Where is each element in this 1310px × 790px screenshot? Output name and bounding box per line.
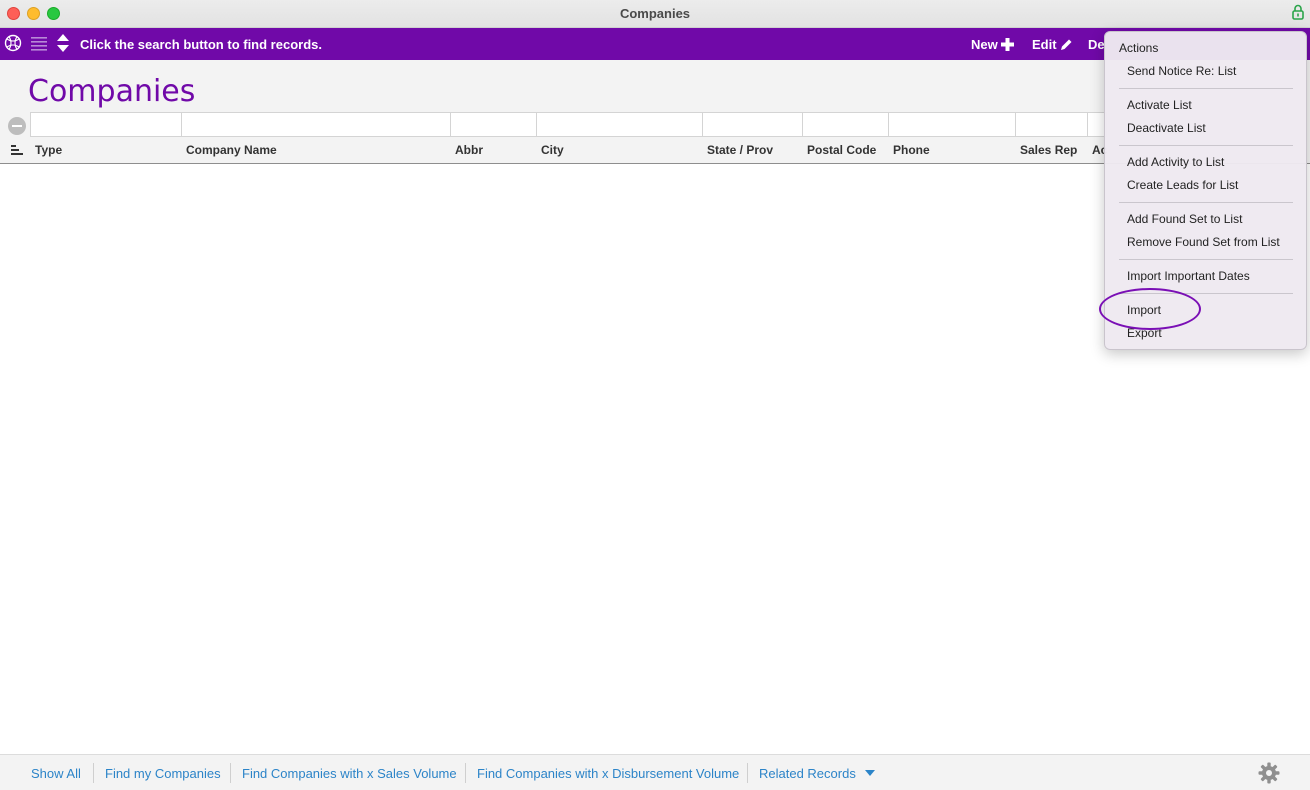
footer-divider	[747, 763, 748, 783]
menu-heading: Actions	[1119, 41, 1159, 55]
column-header-sales-rep[interactable]: Sales Rep	[1020, 143, 1077, 157]
menu-item-export[interactable]: Export	[1127, 326, 1162, 340]
footer-divider	[230, 763, 231, 783]
column-header-postal-code[interactable]: Postal Code	[807, 143, 876, 157]
sort-lines-icon[interactable]	[11, 144, 23, 156]
lock-icon[interactable]	[1292, 4, 1304, 20]
find-disbursement-volume-link[interactable]: Find Companies with x Disbursement Volum…	[477, 766, 739, 781]
page-title: Companies	[28, 74, 196, 109]
gear-icon[interactable]	[1258, 762, 1280, 784]
menu-item-send-notice[interactable]: Send Notice Re: List	[1127, 64, 1236, 78]
column-header-company-name[interactable]: Company Name	[186, 143, 277, 157]
actions-menu: Actions Send Notice Re: List Activate Li…	[1104, 31, 1307, 350]
menu-divider	[1119, 259, 1293, 260]
menu-item-add-found-set[interactable]: Add Found Set to List	[1127, 212, 1242, 226]
menu-item-create-leads[interactable]: Create Leads for List	[1127, 178, 1238, 192]
column-header-phone[interactable]: Phone	[893, 143, 930, 157]
menu-divider	[1119, 293, 1293, 294]
status-message: Click the search button to find records.	[80, 37, 322, 52]
list-icon[interactable]	[31, 34, 47, 52]
delete-button[interactable]: De	[1088, 37, 1105, 52]
filter-postal-code-input[interactable]	[802, 112, 889, 137]
app-window: Companies Click the search button to fin…	[0, 0, 1310, 790]
clear-find-button[interactable]	[8, 117, 26, 135]
menu-item-remove-found-set[interactable]: Remove Found Set from List	[1127, 235, 1280, 249]
filter-company-name-input[interactable]	[181, 112, 451, 137]
menu-divider	[1119, 145, 1293, 146]
find-sales-volume-link[interactable]: Find Companies with x Sales Volume	[242, 766, 457, 781]
footer-bar: Show All Find my Companies Find Companie…	[0, 754, 1310, 790]
footer-divider	[93, 763, 94, 783]
edit-button[interactable]: Edit	[1032, 37, 1073, 52]
related-records-link[interactable]: Related Records	[759, 766, 856, 781]
chevron-down-icon[interactable]	[864, 769, 876, 777]
column-header-state-prov[interactable]: State / Prov	[707, 143, 773, 157]
plus-icon	[1000, 38, 1014, 51]
new-button[interactable]: New	[971, 37, 1014, 52]
column-header-abbr[interactable]: Abbr	[455, 143, 483, 157]
filter-type-input[interactable]	[30, 112, 182, 137]
footer-divider	[465, 763, 466, 783]
menu-item-add-activity[interactable]: Add Activity to List	[1127, 155, 1224, 169]
filter-city-input[interactable]	[536, 112, 703, 137]
edit-button-label: Edit	[1032, 37, 1057, 52]
sort-arrows-icon[interactable]	[56, 32, 70, 54]
show-all-link[interactable]: Show All	[31, 766, 81, 781]
column-header-type[interactable]: Type	[35, 143, 62, 157]
filter-abbr-input[interactable]	[450, 112, 537, 137]
filter-state-input[interactable]	[702, 112, 803, 137]
menu-item-deactivate-list[interactable]: Deactivate List	[1127, 121, 1206, 135]
menu-item-import[interactable]: Import	[1127, 303, 1161, 317]
new-button-label: New	[971, 37, 998, 52]
column-header-city[interactable]: City	[541, 143, 564, 157]
window-title: Companies	[619, 6, 691, 21]
menu-item-activate-list[interactable]: Activate List	[1127, 98, 1192, 112]
pencil-icon	[1060, 39, 1072, 50]
menu-divider	[1119, 202, 1293, 203]
title-bar: Companies	[0, 0, 1310, 28]
menu-item-import-important-dates[interactable]: Import Important Dates	[1127, 269, 1250, 283]
filter-phone-input[interactable]	[888, 112, 1016, 137]
filter-sales-rep-input[interactable]	[1015, 112, 1088, 137]
globe-icon[interactable]	[4, 34, 22, 52]
menu-divider	[1119, 88, 1293, 89]
delete-button-label: De	[1088, 37, 1105, 52]
find-my-companies-link[interactable]: Find my Companies	[105, 766, 221, 781]
